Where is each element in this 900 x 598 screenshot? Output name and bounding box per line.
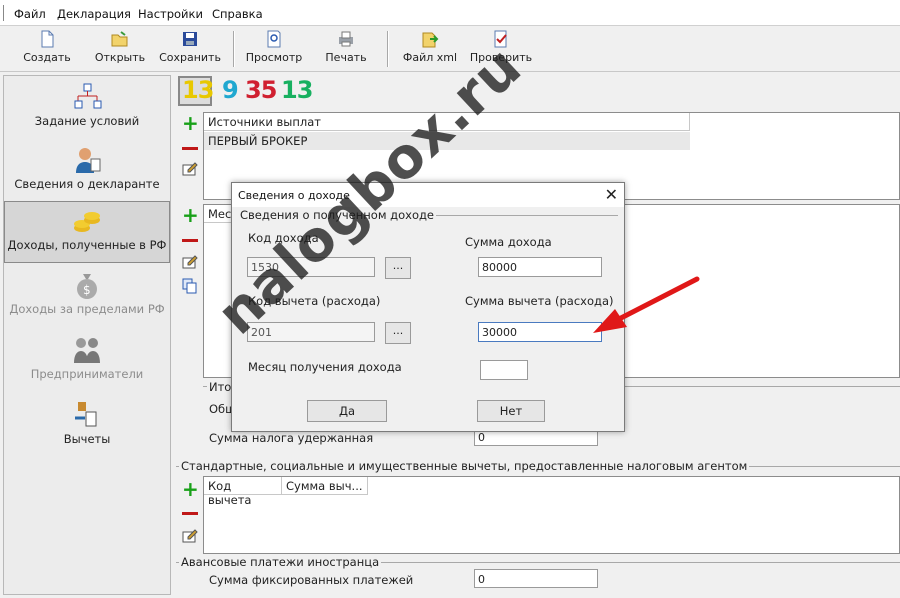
print-label: Печать [325, 51, 367, 64]
deductions-group-label: Стандартные, социальные и имущественные … [179, 459, 750, 473]
pointer-arrow-icon [593, 276, 700, 333]
create-button[interactable]: Создать [18, 30, 76, 70]
declarant-icon [76, 148, 101, 173]
preview-button[interactable]: Просмотр [243, 30, 305, 70]
deduction-code-field[interactable]: 201 [247, 322, 375, 342]
svg-text:$: $ [83, 283, 91, 297]
close-icon[interactable]: ✕ [605, 185, 618, 204]
open-label: Открыть [94, 51, 146, 64]
sidebar-item-label: Доходы, полученные в РФ [7, 238, 167, 252]
menu-file[interactable]: Файл [14, 7, 46, 21]
new-document-icon [41, 30, 54, 48]
save-button[interactable]: Сохранить [158, 30, 222, 70]
fixed-payments-label: Сумма фиксированных платежей [209, 573, 414, 587]
add-icon[interactable]: + [182, 479, 199, 499]
income-code-picker-button[interactable]: ... [385, 257, 411, 279]
remove-icon[interactable] [182, 239, 198, 242]
xml-file-button[interactable]: Файл xml [400, 30, 460, 70]
sidebar-item-deductions[interactable]: Вычеты [4, 396, 170, 458]
edit-icon[interactable] [182, 161, 198, 177]
printer-icon [339, 31, 353, 47]
menu-bar: Файл Декларация Настройки Справка [0, 0, 900, 26]
coins-icon [74, 212, 100, 232]
sidebar-item-label: Предприниматели [30, 367, 144, 381]
add-icon[interactable]: + [182, 205, 199, 225]
menu-grip [3, 5, 5, 21]
deduction-code-picker-button[interactable]: ... [385, 322, 411, 344]
save-label: Сохранить [159, 51, 221, 64]
open-folder-icon [111, 31, 128, 47]
toolbar-separator [233, 31, 235, 67]
sidebar: Задание условий Сведения о декларанте До… [3, 75, 171, 595]
edit-icon[interactable] [182, 528, 198, 544]
conditions-icon [74, 83, 102, 109]
income-code-label: Код дохода [248, 231, 319, 245]
handshake-icon [74, 338, 100, 363]
table-row[interactable]: ПЕРВЫЙ БРОКЕР [204, 132, 690, 150]
counter-35[interactable]: 35 [245, 76, 277, 104]
dialog-group-label: Сведения о полученном доходе [238, 208, 437, 222]
counter-9[interactable]: 9 [222, 76, 239, 104]
edit-icon[interactable] [182, 254, 198, 270]
toolbar: Создать Открыть Сохранить Просмотр Печат… [0, 27, 900, 72]
counter-13-alt[interactable]: 13 [281, 76, 313, 104]
preview-icon [267, 30, 281, 48]
sidebar-item-label: Доходы за пределами РФ [9, 302, 165, 316]
dialog-title: Сведения о доходе [238, 189, 350, 202]
advance-group-label: Авансовые платежи иностранца [179, 555, 382, 569]
create-label: Создать [23, 51, 71, 64]
tax-withheld-label: Сумма налога удержанная [209, 431, 374, 445]
menu-declaration[interactable]: Декларация [57, 7, 131, 21]
sidebar-item-label: Вычеты [63, 432, 111, 446]
income-dialog: Сведения о доходе ✕ Сведения о полученно… [231, 182, 625, 432]
yes-button[interactable]: Да [307, 400, 387, 422]
income-sum-field[interactable]: 80000 [478, 257, 602, 277]
check-document-icon [494, 30, 507, 48]
income-month-label: Месяц получения дохода [248, 360, 402, 374]
floppy-disk-icon [183, 32, 197, 46]
sidebar-item-entrepreneurs[interactable]: Предприниматели [4, 331, 170, 393]
remove-icon[interactable] [182, 147, 198, 150]
sources-column-header[interactable]: Источники выплат [204, 113, 690, 131]
xml-export-icon [422, 32, 439, 48]
sidebar-item-label: Сведения о декларанте [14, 177, 160, 191]
deductions-table[interactable]: Код вычета Сумма выч... [203, 476, 900, 554]
income-month-field[interactable] [480, 360, 528, 380]
counter-13[interactable]: 13 [182, 76, 214, 104]
copy-icon[interactable] [182, 278, 198, 294]
sidebar-item-label: Задание условий [34, 114, 140, 128]
sidebar-item-income-rf[interactable]: Доходы, полученные в РФ [4, 201, 170, 263]
fixed-payments-field[interactable]: 0 [474, 569, 598, 588]
toolbar-separator [387, 31, 389, 67]
preview-label: Просмотр [245, 51, 303, 64]
print-button[interactable]: Печать [318, 30, 374, 70]
dialog-titlebar: Сведения о доходе ✕ [232, 183, 624, 207]
scales-icon [75, 402, 97, 427]
sidebar-item-declarant[interactable]: Сведения о декларанте [4, 141, 170, 203]
sidebar-item-conditions[interactable]: Задание условий [4, 78, 170, 140]
check-button[interactable]: Проверить [466, 30, 536, 70]
xml-file-label: Файл xml [402, 51, 458, 64]
income-sum-label: Сумма дохода [465, 235, 552, 249]
money-bag-icon: $ [77, 274, 97, 299]
deduction-code-column-header[interactable]: Код вычета [204, 477, 282, 507]
deduction-code-label: Код вычета (расхода) [248, 294, 381, 308]
open-button[interactable]: Открыть [91, 30, 149, 70]
menu-settings[interactable]: Настройки [138, 7, 203, 21]
income-code-field[interactable]: 1530 [247, 257, 375, 277]
no-button[interactable]: Нет [477, 400, 545, 422]
sidebar-item-income-abroad[interactable]: $ Доходы за пределами РФ [4, 266, 170, 328]
remove-icon[interactable] [182, 512, 198, 515]
totals-group-label: Ито [207, 380, 234, 394]
check-label: Проверить [469, 51, 533, 64]
deduction-sum-field[interactable]: 30000 [478, 322, 602, 342]
menu-help[interactable]: Справка [212, 7, 263, 21]
add-icon[interactable]: + [182, 113, 199, 133]
deduction-sum-column-header[interactable]: Сумма выч... [282, 477, 368, 495]
